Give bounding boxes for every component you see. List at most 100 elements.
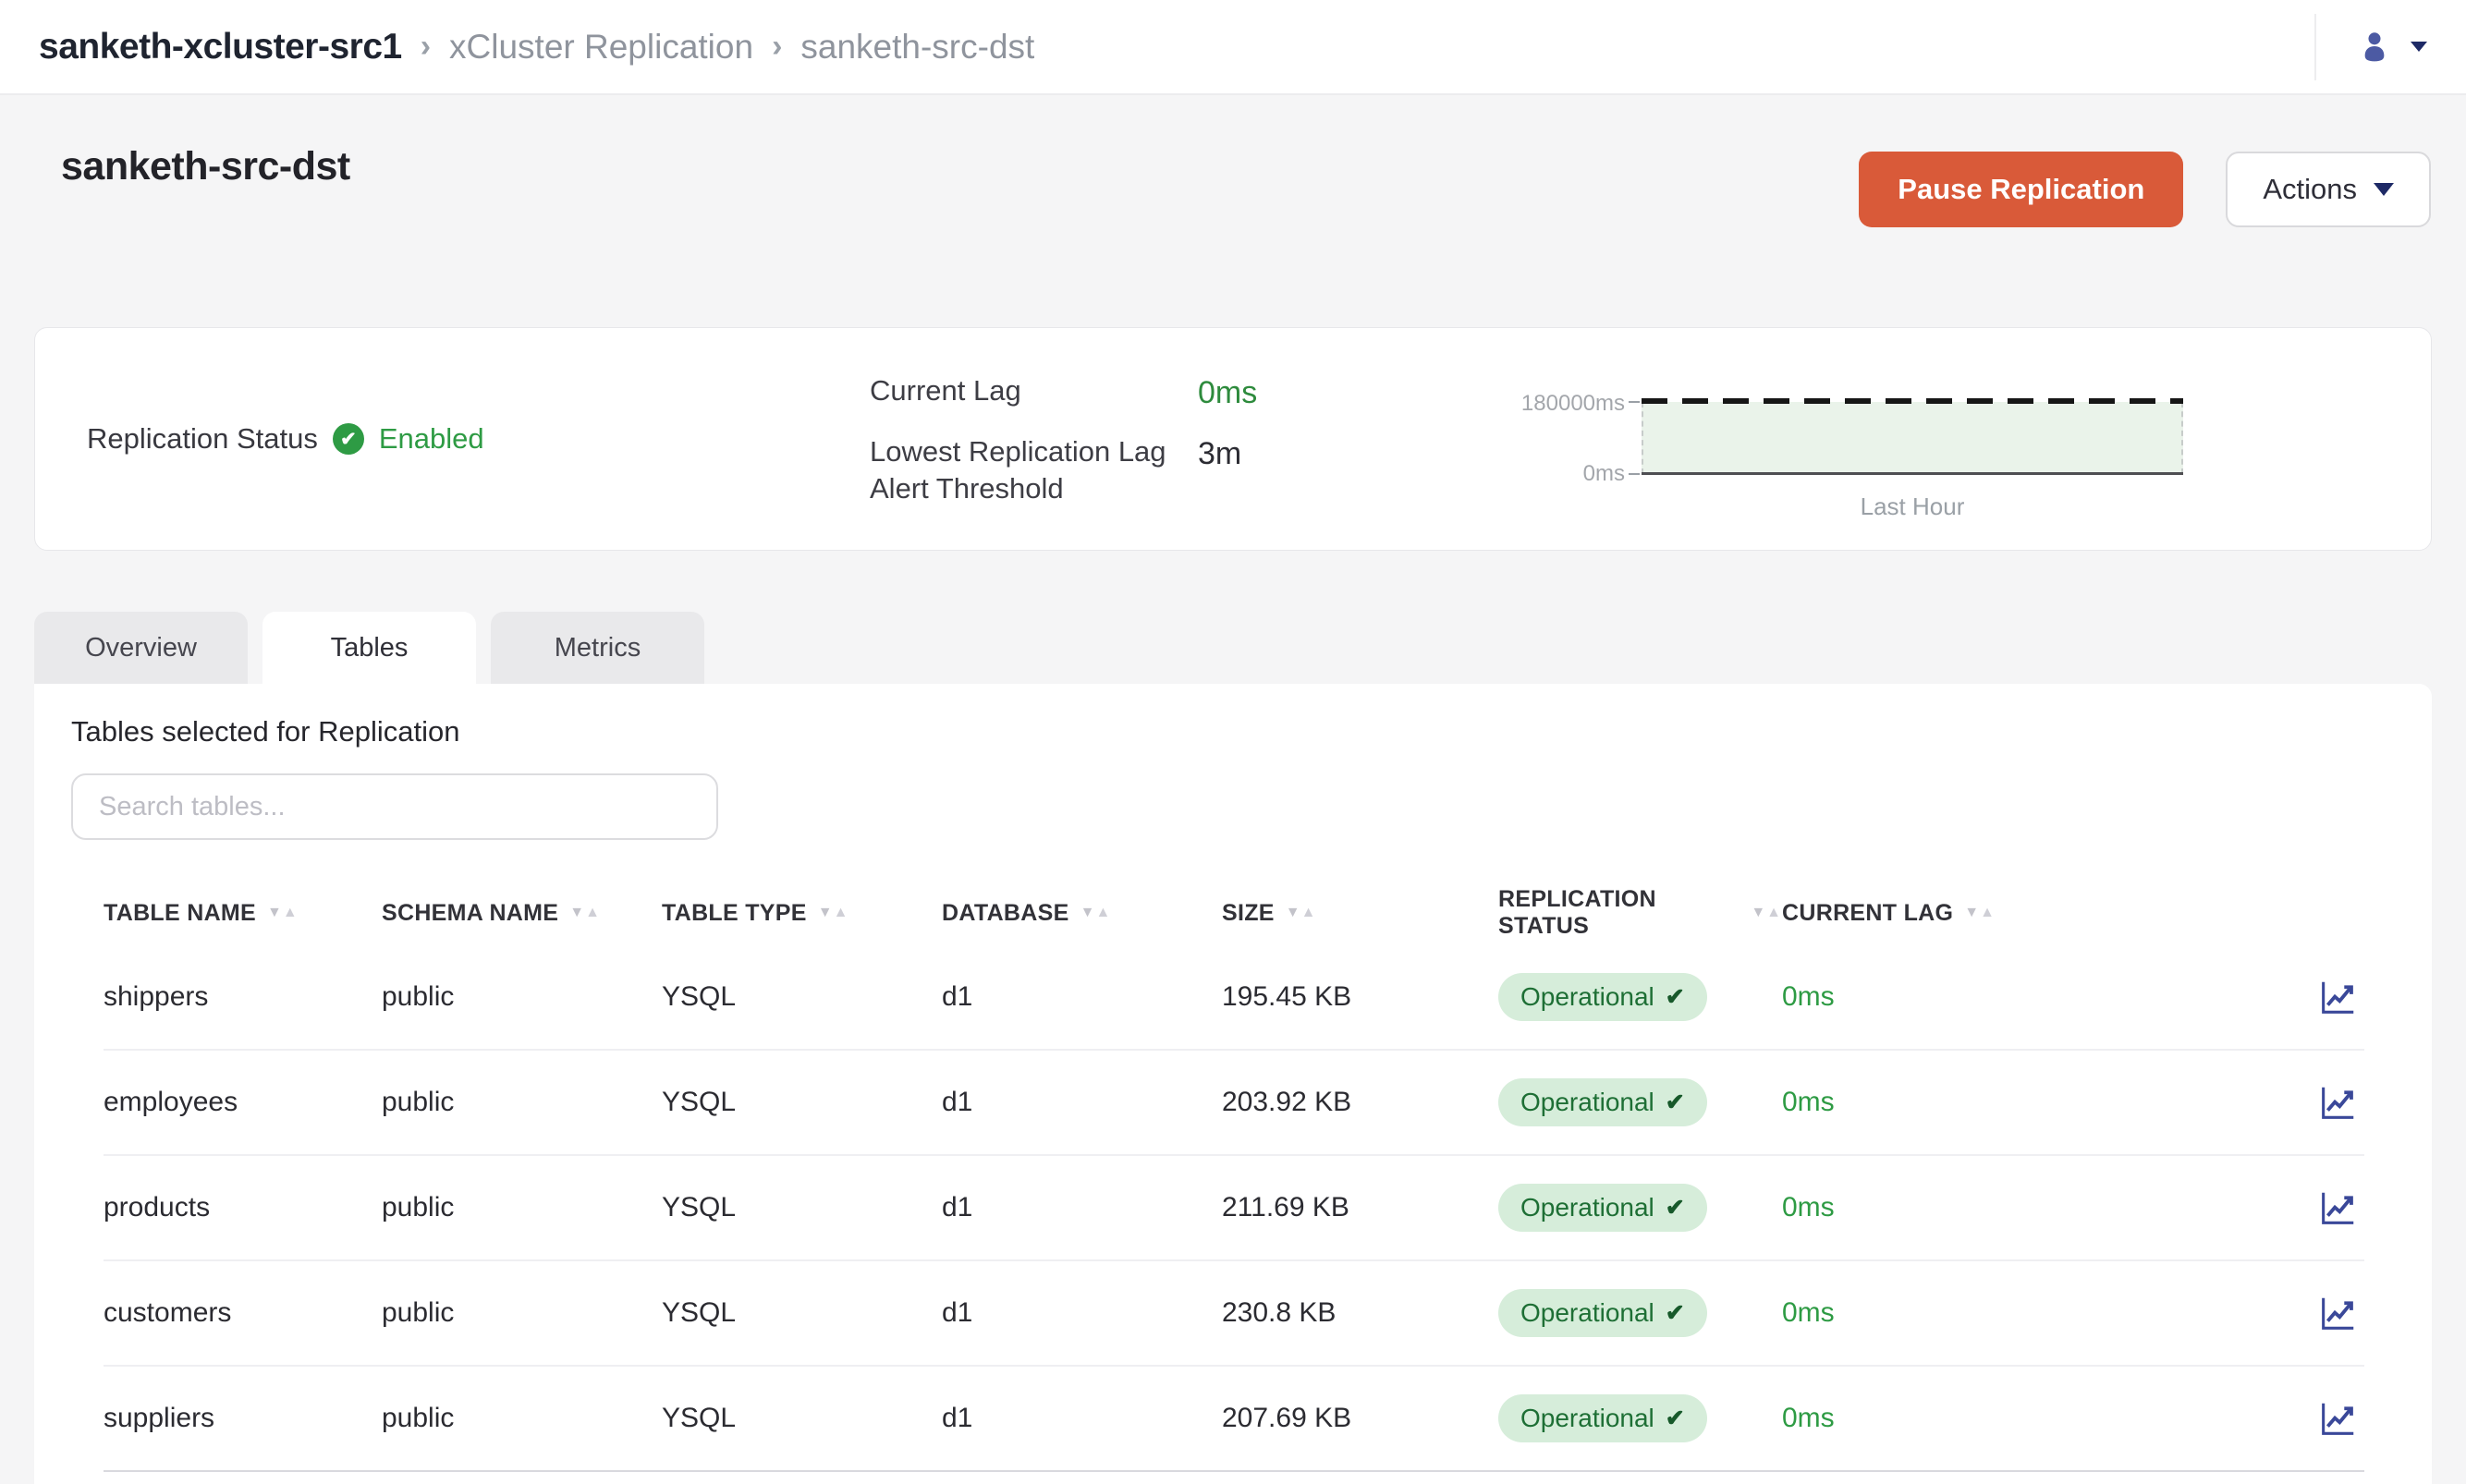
sort-asc-icon: ▲	[283, 905, 299, 921]
sort-icons[interactable]: ▼▲	[1964, 905, 1996, 921]
tab-tables[interactable]: Tables	[262, 612, 476, 684]
lag-chart-icon[interactable]	[2316, 976, 2359, 1018]
tab-metrics[interactable]: Metrics	[491, 612, 704, 684]
badge-check-icon: ✔	[1666, 983, 1685, 1011]
cell-replication-status: Operational ✔	[1498, 1289, 1782, 1337]
cell-database: d1	[942, 1192, 1222, 1223]
status-badge: Operational ✔	[1498, 1394, 1707, 1442]
column-header[interactable]: SCHEMA NAME ▼▲	[382, 900, 662, 927]
status-badge: Operational ✔	[1498, 1078, 1707, 1126]
table-row: employees public YSQL d1 203.92 KB Opera…	[104, 1051, 2364, 1156]
cell-size: 211.69 KB	[1222, 1192, 1498, 1223]
column-header[interactable]: TABLE TYPE ▼▲	[662, 900, 942, 927]
cell-table-type: YSQL	[662, 1192, 942, 1223]
table-row: suppliers public YSQL d1 207.69 KB Opera…	[104, 1367, 2364, 1472]
chart-tick	[1629, 401, 1640, 403]
actions-button-label: Actions	[2263, 173, 2357, 206]
cell-table-type: YSQL	[662, 1403, 942, 1434]
cell-table-name: shippers	[104, 981, 382, 1013]
cell-table-name: products	[104, 1192, 382, 1223]
page-title: sanketh-src-dst	[61, 144, 350, 189]
sort-icons[interactable]: ▼▲	[1286, 905, 1317, 921]
chart-y-max-label: 180000ms	[1486, 391, 1625, 417]
status-badge: Operational ✔	[1498, 1184, 1707, 1232]
cell-database: d1	[942, 1297, 1222, 1329]
search-tables-input[interactable]	[71, 773, 718, 840]
sort-icons[interactable]: ▼▲	[569, 905, 601, 921]
table-row: customers public YSQL d1 230.8 KB Operat…	[104, 1261, 2364, 1367]
column-header[interactable]: SIZE ▼▲	[1222, 900, 1498, 927]
cell-database: d1	[942, 1087, 1222, 1118]
actions-caret-icon	[2374, 183, 2394, 196]
breadcrumb-separator: ›	[421, 29, 431, 65]
breadcrumb-xcluster-replication[interactable]: xCluster Replication	[449, 28, 753, 67]
cell-replication-status: Operational ✔	[1498, 1078, 1782, 1126]
table-row: products public YSQL d1 211.69 KB Operat…	[104, 1156, 2364, 1261]
panel-heading: Tables selected for Replication	[71, 715, 459, 748]
lag-threshold-label: Lowest Replication Lag Alert Threshold	[870, 433, 1198, 508]
cell-size: 195.45 KB	[1222, 981, 1498, 1013]
column-header[interactable]: TABLE NAME ▼▲	[104, 900, 382, 927]
cell-current-lag: 0ms	[1782, 981, 2289, 1013]
lag-chart-icon[interactable]	[2316, 1397, 2359, 1440]
user-icon	[2353, 26, 2396, 68]
lag-chart-icon[interactable]	[2316, 1186, 2359, 1229]
lag-threshold-value: 3m	[1198, 433, 1257, 508]
sort-icons[interactable]: ▼▲	[818, 905, 849, 921]
status-check-icon: ✔	[333, 423, 364, 455]
badge-check-icon: ✔	[1666, 1405, 1685, 1432]
cell-table-name: employees	[104, 1087, 382, 1118]
column-header[interactable]: REPLICATION STATUS ▼▲	[1498, 886, 1782, 940]
sort-asc-icon: ▲	[834, 905, 849, 921]
lag-chart-icon[interactable]	[2316, 1081, 2359, 1124]
cell-size: 203.92 KB	[1222, 1087, 1498, 1118]
badge-check-icon: ✔	[1666, 1089, 1685, 1116]
status-badge: Operational ✔	[1498, 973, 1707, 1021]
cell-size: 207.69 KB	[1222, 1403, 1498, 1434]
sort-desc-icon: ▼	[1751, 905, 1766, 921]
tabs: OverviewTablesMetrics	[34, 612, 704, 684]
sort-desc-icon: ▼	[1964, 905, 1980, 921]
sort-desc-icon: ▼	[569, 905, 585, 921]
table-body: shippers public YSQL d1 195.45 KB Operat…	[104, 945, 2364, 1472]
sort-desc-icon: ▼	[1286, 905, 1301, 921]
column-header[interactable]: DATABASE ▼▲	[942, 900, 1222, 927]
lag-chart-icon[interactable]	[2316, 1292, 2359, 1334]
replication-status-card: Replication Status ✔ Enabled Current Lag…	[34, 327, 2432, 551]
cell-schema-name: public	[382, 1403, 662, 1434]
cell-table-type: YSQL	[662, 1297, 942, 1329]
cell-table-type: YSQL	[662, 981, 942, 1013]
cell-table-type: YSQL	[662, 1087, 942, 1118]
actions-button[interactable]: Actions	[2226, 152, 2431, 227]
pause-replication-button[interactable]: Pause Replication	[1859, 152, 2183, 227]
sort-desc-icon: ▼	[818, 905, 834, 921]
breadcrumb-separator: ›	[772, 29, 782, 65]
topbar: sanketh-xcluster-src1 › xCluster Replica…	[0, 0, 2466, 95]
cell-replication-status: Operational ✔	[1498, 1184, 1782, 1232]
cell-schema-name: public	[382, 1087, 662, 1118]
cell-replication-status: Operational ✔	[1498, 1394, 1782, 1442]
cell-current-lag: 0ms	[1782, 1087, 2289, 1118]
sort-icons[interactable]: ▼▲	[1751, 905, 1782, 921]
replication-status-value: Enabled	[379, 422, 484, 456]
table-row: shippers public YSQL d1 195.45 KB Operat…	[104, 945, 2364, 1051]
cell-current-lag: 0ms	[1782, 1192, 2289, 1223]
breadcrumb-universe[interactable]: sanketh-xcluster-src1	[39, 27, 402, 67]
breadcrumb: sanketh-xcluster-src1 › xCluster Replica…	[39, 27, 1034, 67]
tab-overview[interactable]: Overview	[34, 612, 248, 684]
current-lag-label: Current Lag	[870, 372, 1198, 413]
sort-icons[interactable]: ▼▲	[1080, 905, 1112, 921]
user-menu-caret-icon	[2411, 42, 2427, 52]
current-lag-value: 0ms	[1198, 372, 1257, 413]
table-header-row: TABLE NAME ▼▲ SCHEMA NAME ▼▲ TABLE TYPE …	[104, 881, 2364, 945]
chart-x-label: Last Hour	[1642, 493, 2183, 521]
lag-chart-area	[1642, 402, 2183, 474]
sort-asc-icon: ▲	[1980, 905, 1996, 921]
sort-icons[interactable]: ▼▲	[267, 905, 299, 921]
tables-panel: Tables selected for Replication TABLE NA…	[34, 684, 2432, 1484]
replication-status-label: Replication Status	[87, 422, 318, 456]
sort-asc-icon: ▲	[1301, 905, 1317, 921]
sort-asc-icon: ▲	[1095, 905, 1111, 921]
user-menu[interactable]	[2314, 14, 2427, 80]
column-header[interactable]: CURRENT LAG ▼▲	[1782, 900, 2289, 927]
